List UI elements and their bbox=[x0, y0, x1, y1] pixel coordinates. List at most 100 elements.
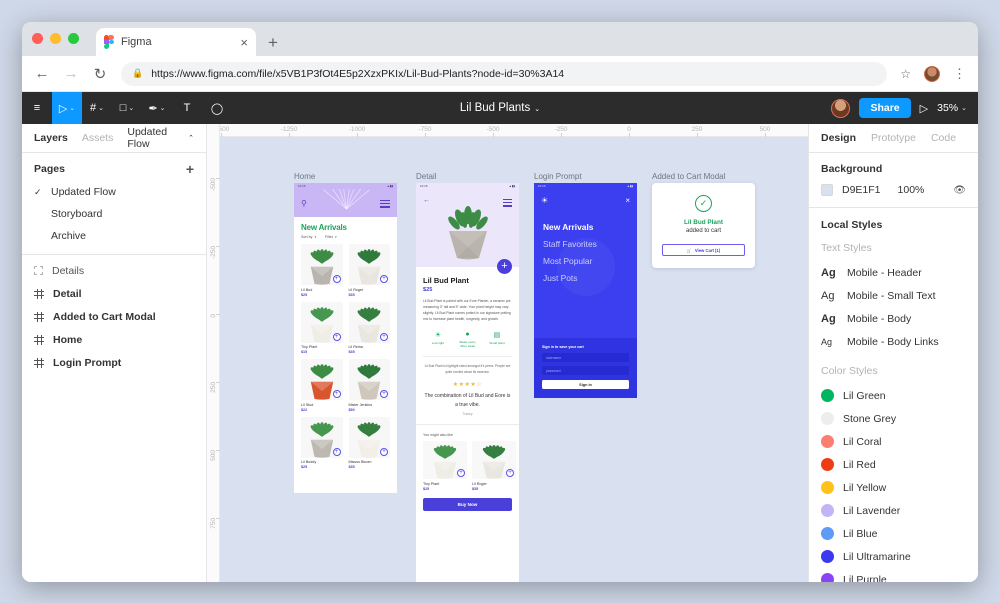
product-card[interactable]: + Tiny Plant $15 bbox=[301, 301, 343, 354]
layer-item-login-prompt[interactable]: Login Prompt bbox=[22, 351, 206, 374]
add-to-cart-icon[interactable]: + bbox=[380, 390, 388, 398]
browser-tab[interactable]: Figma × bbox=[96, 28, 256, 56]
add-to-cart-icon[interactable]: + bbox=[380, 275, 388, 283]
forward-icon[interactable]: → bbox=[63, 65, 79, 82]
close-window-button[interactable] bbox=[32, 33, 43, 44]
view-cart-button[interactable]: 🛒 View Cart (1) bbox=[662, 244, 745, 256]
color-style-row[interactable]: Lil Blue bbox=[821, 522, 966, 545]
sort-by-dropdown[interactable]: Sort by ▾ bbox=[301, 235, 316, 239]
product-image[interactable]: + bbox=[348, 416, 390, 458]
product-card[interactable]: + Lil Reina $35 bbox=[348, 301, 390, 354]
canvas-area[interactable]: -1500-1250-1000-750-500-2500250500750 -5… bbox=[207, 124, 838, 582]
text-tool-button[interactable]: T bbox=[172, 92, 202, 124]
collaborator-avatar[interactable] bbox=[831, 98, 851, 118]
product-card[interactable]: + Lil Stud $22 bbox=[301, 359, 343, 412]
shape-tool-button[interactable]: □ ⌄ bbox=[112, 92, 142, 124]
background-hex-value[interactable]: D9E1F1 bbox=[842, 184, 881, 196]
pen-tool-button[interactable]: ✒ ⌄ bbox=[142, 92, 172, 124]
tab-assets[interactable]: Assets bbox=[82, 132, 114, 144]
related-products-carousel[interactable]: +Tiny Plant$25 +Lil Roger$35 +Mister Jen… bbox=[416, 441, 519, 491]
tab-design[interactable]: Design bbox=[821, 132, 856, 144]
page-item-storyboard[interactable]: Storyboard bbox=[22, 203, 206, 225]
hamburger-menu-icon[interactable] bbox=[380, 200, 390, 210]
frame-login-prompt[interactable]: 10:15 ▲▮▮ ☀ × New Arrivals Staff Favorit… bbox=[534, 183, 637, 398]
add-to-cart-fab[interactable]: + bbox=[497, 259, 512, 274]
back-icon[interactable]: ← bbox=[34, 65, 50, 82]
color-style-row[interactable]: Lil Lavender bbox=[821, 499, 966, 522]
password-input[interactable]: password bbox=[542, 366, 629, 375]
text-style-row[interactable]: Ag Mobile - Small Text bbox=[821, 284, 966, 307]
frame-label-detail[interactable]: Detail bbox=[416, 172, 436, 181]
color-style-row[interactable]: Lil Ultramarine bbox=[821, 545, 966, 568]
layer-item-added-to-cart-modal[interactable]: Added to Cart Modal bbox=[22, 305, 206, 328]
product-image[interactable]: + bbox=[301, 359, 343, 400]
product-card[interactable]: + Lil Buddy $25 bbox=[301, 416, 343, 469]
visibility-eye-icon[interactable]: 👁 bbox=[953, 185, 966, 196]
sun-logo-icon[interactable]: ☀ bbox=[541, 196, 548, 205]
text-style-row[interactable]: Ag Mobile - Header bbox=[821, 261, 966, 284]
product-card[interactable]: + Mister Jenkins $50 bbox=[348, 359, 390, 412]
product-card[interactable]: + Lil Bud $25 bbox=[301, 244, 343, 297]
frame-label-login-prompt[interactable]: Login Prompt bbox=[534, 172, 582, 181]
product-image[interactable]: + bbox=[348, 244, 390, 285]
add-page-button[interactable]: + bbox=[186, 162, 194, 176]
add-to-cart-icon[interactable]: + bbox=[332, 332, 341, 341]
text-style-row[interactable]: Ag Mobile - Body bbox=[821, 307, 966, 330]
move-tool-button[interactable]: ▷ ⌄ bbox=[52, 92, 82, 124]
add-to-cart-icon[interactable]: + bbox=[506, 469, 514, 478]
add-to-cart-icon[interactable]: + bbox=[457, 469, 465, 478]
canvas[interactable]: Home 10:15 ▲▮▮ ⚲ New Arrivals Sort by ▾ … bbox=[220, 137, 808, 582]
color-style-row[interactable]: Lil Purple bbox=[821, 568, 966, 582]
nav-item-staff-favorites[interactable]: Staff Favorites bbox=[543, 239, 597, 249]
nav-item-most-popular[interactable]: Most Popular bbox=[543, 256, 597, 266]
related-product-card[interactable]: + Tiny Plant $25 bbox=[423, 441, 467, 491]
filter-dropdown[interactable]: Filter ▾ bbox=[325, 235, 337, 239]
minimize-window-button[interactable] bbox=[50, 33, 61, 44]
product-image[interactable]: + bbox=[348, 359, 390, 400]
buy-now-button[interactable]: Buy Now bbox=[423, 497, 512, 511]
text-style-row[interactable]: Ag Mobile - Body Links bbox=[821, 330, 966, 353]
frame-label-added-to-cart-modal[interactable]: Added to Cart Modal bbox=[652, 172, 725, 181]
frame-tool-button[interactable]: # ⌄ bbox=[82, 92, 112, 124]
related-product-image[interactable]: + bbox=[423, 441, 467, 480]
frame-home[interactable]: 10:15 ▲▮▮ ⚲ New Arrivals Sort by ▾ Filte… bbox=[294, 183, 397, 493]
search-icon[interactable]: ⚲ bbox=[301, 199, 307, 208]
color-style-row[interactable]: Stone Grey bbox=[821, 407, 966, 430]
add-to-cart-icon[interactable]: + bbox=[332, 275, 341, 283]
frame-added-to-cart-modal[interactable]: ✓ Lil Bud Plant added to cart 🛒 View Car… bbox=[652, 183, 755, 268]
color-style-row[interactable]: Lil Yellow bbox=[821, 476, 966, 499]
address-bar[interactable]: 🔒 https://www.figma.com/file/x5VB1P3fOt4… bbox=[121, 61, 888, 86]
color-style-row[interactable]: Lil Green bbox=[821, 384, 966, 407]
add-to-cart-icon[interactable]: + bbox=[380, 447, 388, 456]
product-image[interactable]: + bbox=[301, 244, 343, 285]
tab-code[interactable]: Code bbox=[931, 132, 956, 144]
share-button[interactable]: Share bbox=[859, 98, 911, 118]
layer-item-details[interactable]: Details bbox=[22, 259, 206, 282]
close-tab-icon[interactable]: × bbox=[240, 36, 248, 49]
reload-icon[interactable]: ↻ bbox=[92, 65, 108, 83]
main-menu-button[interactable]: ≡ bbox=[22, 92, 52, 124]
background-row[interactable]: D9E1F1 100% 👁 bbox=[821, 184, 966, 196]
add-to-cart-icon[interactable]: + bbox=[332, 390, 341, 398]
related-product-image[interactable]: + bbox=[472, 441, 516, 480]
product-image[interactable]: + bbox=[348, 301, 390, 343]
frame-label-home[interactable]: Home bbox=[294, 172, 315, 181]
related-product-card[interactable]: + Lil Roger $35 bbox=[472, 441, 516, 491]
color-style-row[interactable]: Lil Red bbox=[821, 453, 966, 476]
layer-item-home[interactable]: Home bbox=[22, 328, 206, 351]
layer-item-detail[interactable]: Detail bbox=[22, 282, 206, 305]
tab-prototype[interactable]: Prototype bbox=[871, 132, 916, 144]
page-item-updated-flow[interactable]: ✓ Updated Flow bbox=[22, 181, 206, 203]
new-tab-button[interactable]: + bbox=[268, 34, 278, 51]
back-icon[interactable]: ← bbox=[423, 197, 430, 204]
product-card[interactable]: + Lil Roger $35 bbox=[348, 244, 390, 297]
signin-button[interactable]: Sign in bbox=[542, 380, 629, 389]
bookmark-star-icon[interactable]: ☆ bbox=[900, 67, 911, 81]
add-to-cart-icon[interactable]: + bbox=[332, 447, 341, 456]
zoom-control[interactable]: 35% ⌄ bbox=[937, 102, 967, 114]
product-image[interactable]: + bbox=[301, 416, 343, 458]
username-input[interactable]: username bbox=[542, 353, 629, 362]
close-icon[interactable]: × bbox=[625, 196, 630, 205]
add-to-cart-icon[interactable]: + bbox=[380, 332, 388, 341]
maximize-window-button[interactable] bbox=[68, 33, 79, 44]
